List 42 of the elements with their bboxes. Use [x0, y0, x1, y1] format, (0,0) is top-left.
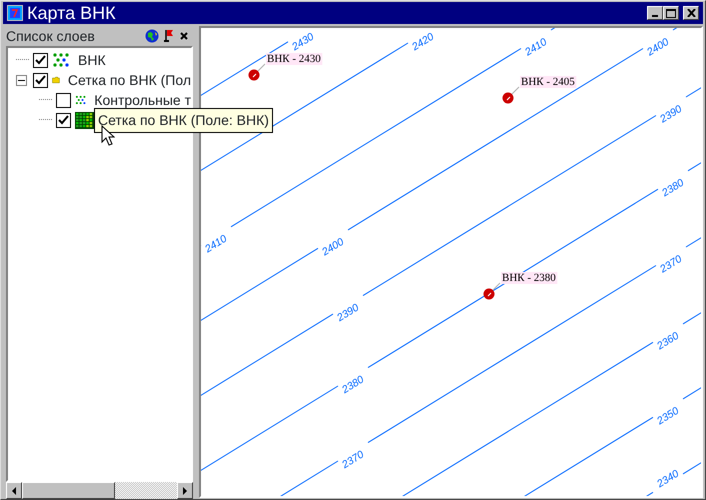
collapse-toggle[interactable] [16, 74, 27, 86]
window-title: Карта ВНК [27, 2, 116, 24]
globe-icon[interactable] [145, 29, 159, 43]
layer-checkbox[interactable] [33, 72, 48, 88]
close-button[interactable] [683, 6, 699, 20]
contour-label: 2380 [660, 176, 686, 200]
leader-line [510, 86, 520, 96]
panel-title: Список слоев [6, 26, 95, 46]
flag-icon[interactable] [163, 29, 175, 43]
right-arrow-icon [182, 486, 188, 494]
maximize-icon [666, 8, 676, 18]
maximize-button[interactable] [663, 6, 679, 20]
contour-label: 2420 [410, 30, 436, 54]
layer-checkbox[interactable] [33, 52, 48, 68]
map-icon [7, 5, 23, 21]
well-label: ВНК - 2405 [520, 76, 576, 88]
left-arrow-icon [11, 486, 17, 494]
layer-label[interactable]: Контрольные т [94, 90, 191, 110]
well-marker[interactable] [502, 92, 514, 104]
mouse-cursor-icon [101, 125, 115, 147]
contour-label: 2340 [654, 468, 682, 490]
well-label: ВНК - 2380 [501, 272, 558, 284]
layer-checkbox[interactable] [56, 112, 71, 128]
scroll-right-button[interactable] [177, 482, 193, 499]
well-label: ВНК - 2430 [266, 53, 322, 65]
layer-label[interactable]: Сетка по ВНК (Пол [68, 70, 191, 90]
leader-line [492, 282, 500, 292]
horizontal-scrollbar[interactable] [6, 482, 193, 499]
minimize-button[interactable] [647, 6, 663, 20]
well-marker[interactable] [484, 288, 494, 300]
tooltip: Сетка по ВНК (Поле: ВНК) [94, 108, 273, 133]
contour-label: 2430 [290, 30, 316, 54]
leader-line [256, 64, 266, 72]
layer-label[interactable]: ВНК [78, 50, 106, 70]
well-marker[interactable] [248, 70, 260, 80]
close-icon[interactable] [179, 31, 189, 41]
close-icon [686, 9, 696, 17]
points-icon [52, 52, 70, 68]
grid-icon [75, 112, 94, 128]
layer-checkbox[interactable] [56, 92, 71, 108]
scrollbar-thumb[interactable] [22, 482, 115, 499]
scroll-left-button[interactable] [6, 482, 22, 499]
